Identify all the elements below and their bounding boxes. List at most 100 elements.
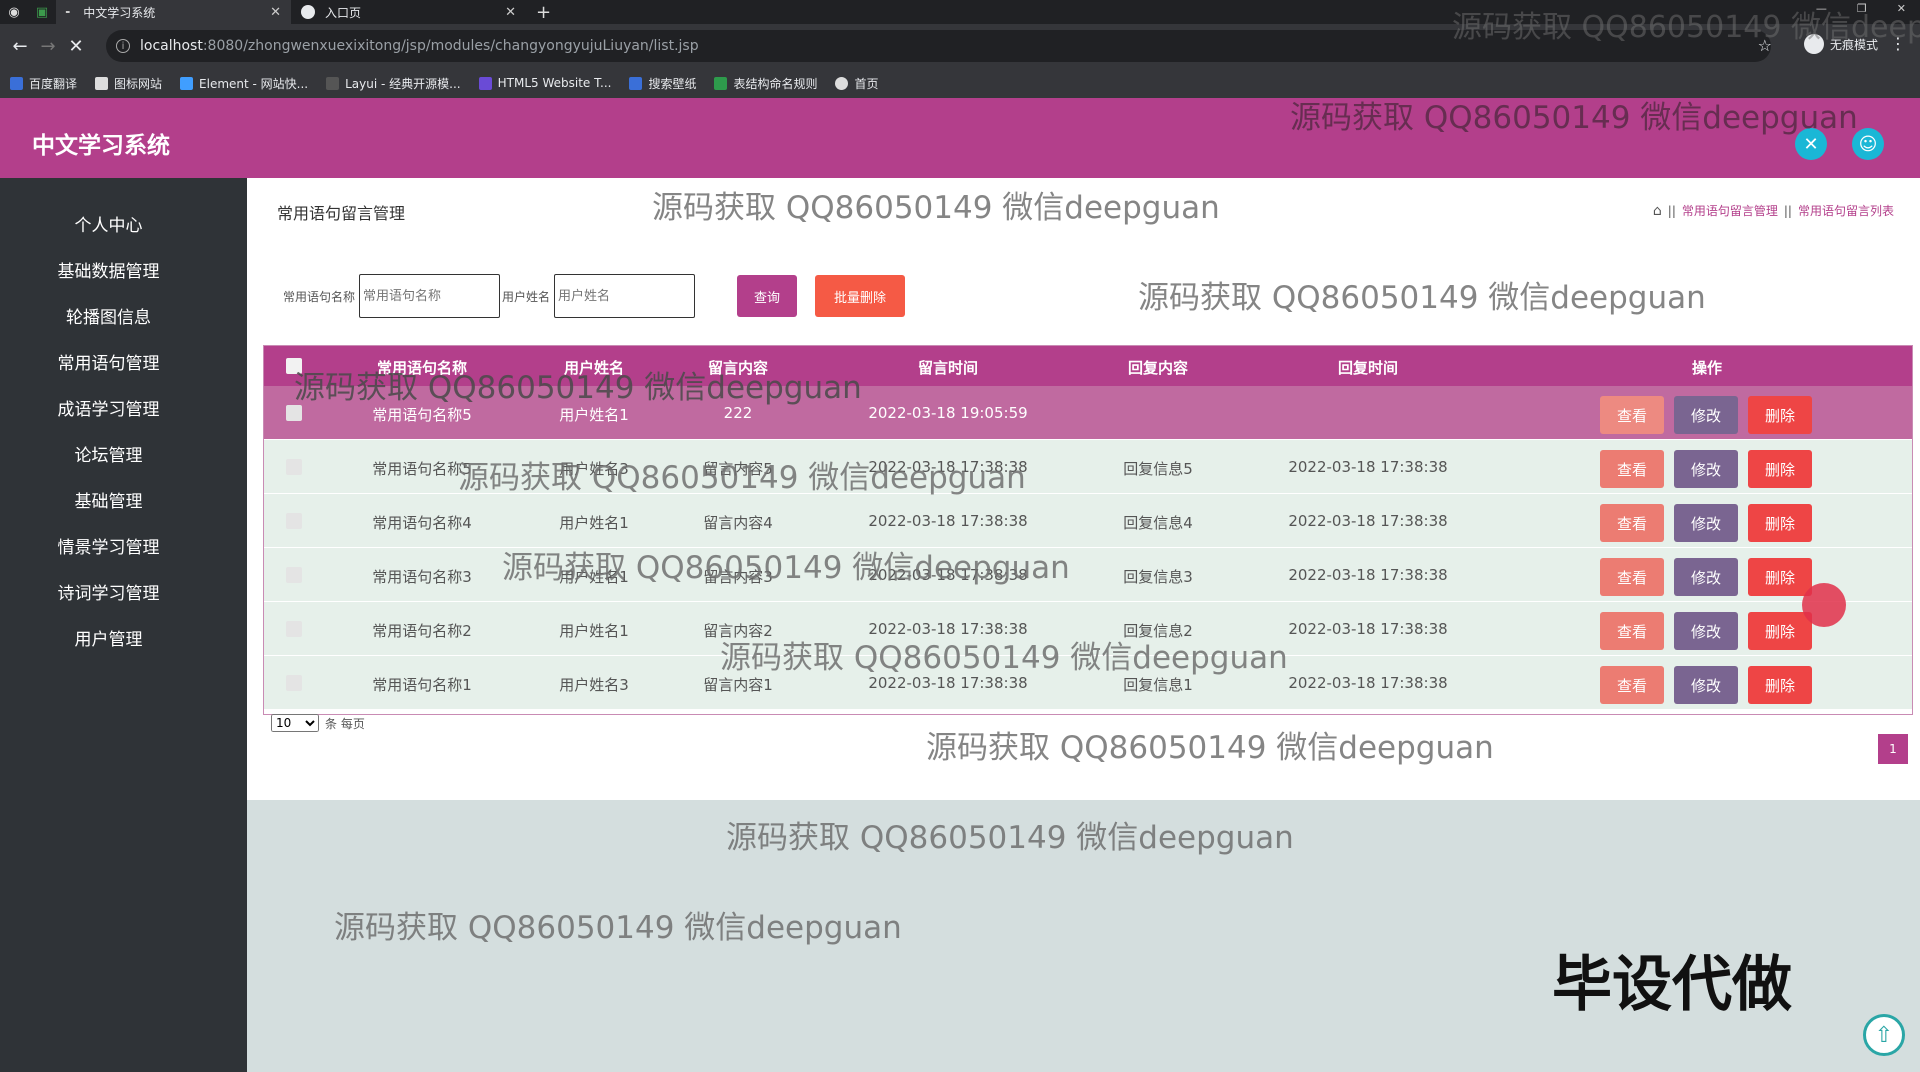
browser-tab-bar: ◉ ▣ ╸ 中文学习系统 ✕ 入口页 ✕ + — ❐ ✕ xyxy=(0,0,1920,24)
minimize-icon[interactable]: — xyxy=(1816,2,1827,15)
search-form: 常用语句名称 用户姓名 查询 批量删除 xyxy=(283,274,906,318)
edit-button[interactable]: 修改 xyxy=(1674,612,1738,650)
delete-button[interactable]: 删除 xyxy=(1748,504,1812,542)
table-row[interactable]: 常用语句名称5 用户姓名3 留言内容5 2022-03-18 17:38:38 … xyxy=(264,440,1912,494)
edit-button[interactable]: 修改 xyxy=(1674,504,1738,542)
cell-content: 留言内容2 xyxy=(703,622,773,640)
select-all-checkbox[interactable] xyxy=(286,358,302,374)
view-button[interactable]: 查看 xyxy=(1600,504,1664,542)
new-tab-button[interactable]: + xyxy=(536,2,551,23)
cell-phrase-name: 常用语句名称5 xyxy=(372,406,472,424)
home-icon[interactable]: ⌂ xyxy=(1653,203,1662,219)
view-button[interactable]: 查看 xyxy=(1600,450,1664,488)
table-row[interactable]: 常用语句名称1 用户姓名3 留言内容1 2022-03-18 17:38:38 … xyxy=(264,656,1912,710)
sidebar-item-idioms[interactable]: 成语学习管理 xyxy=(0,395,217,420)
header-message-time: 留言时间 xyxy=(917,359,979,377)
cell-time: 2022-03-18 17:38:38 xyxy=(868,458,1028,476)
bookmark-item[interactable]: 百度翻译 xyxy=(10,75,77,92)
delete-button[interactable]: 删除 xyxy=(1748,450,1812,488)
sidebar-item-scenario[interactable]: 情景学习管理 xyxy=(0,533,217,558)
cell-user-name: 用户姓名1 xyxy=(559,406,629,424)
user-name-input[interactable] xyxy=(554,274,696,318)
row-checkbox[interactable] xyxy=(286,567,302,583)
view-button[interactable]: 查看 xyxy=(1600,666,1664,704)
edit-button[interactable]: 修改 xyxy=(1674,558,1738,596)
sidebar-item-basic-data[interactable]: 基础数据管理 xyxy=(0,257,217,282)
delete-button[interactable]: 删除 xyxy=(1748,558,1812,596)
sidebar: 个人中心 基础数据管理 轮播图信息 常用语句管理 成语学习管理 论坛管理 基础管… xyxy=(0,178,247,1072)
sidebar-item-users[interactable]: 用户管理 xyxy=(0,625,217,650)
phrase-name-input[interactable] xyxy=(359,274,501,318)
batch-delete-button[interactable]: 批量删除 xyxy=(815,275,906,317)
sidebar-item-carousel[interactable]: 轮播图信息 xyxy=(0,303,217,328)
restore-icon[interactable]: ❐ xyxy=(1857,2,1867,15)
bookmark-item[interactable]: 首页 xyxy=(835,75,879,92)
bookmark-item[interactable]: 图标网站 xyxy=(95,75,162,92)
app-header: 中文学习系统 ✕ ☺ xyxy=(0,98,1920,178)
breadcrumb-separator: || xyxy=(1667,203,1676,218)
edit-button[interactable]: 修改 xyxy=(1674,396,1738,434)
row-checkbox[interactable] xyxy=(286,621,302,637)
tab-inactive[interactable]: 入口页 ✕ xyxy=(291,0,526,24)
browser-menu-icon[interactable]: ⋮ xyxy=(1890,34,1906,53)
view-button[interactable]: 查看 xyxy=(1600,612,1664,650)
table-row[interactable]: 常用语句名称2 用户姓名1 留言内容2 2022-03-18 17:38:38 … xyxy=(264,602,1912,656)
breadcrumb-item: 常用语句留言列表 xyxy=(1797,204,1894,218)
back-to-top-icon[interactable]: ⇧ xyxy=(1863,1014,1905,1056)
cell-time: 2022-03-18 17:38:38 xyxy=(868,512,1028,530)
cell-content: 留言内容3 xyxy=(703,568,773,586)
tab-active[interactable]: ╸ 中文学习系统 ✕ xyxy=(56,0,291,24)
edit-button[interactable]: 修改 xyxy=(1674,666,1738,704)
app-title: 中文学习系统 xyxy=(32,133,170,159)
query-button[interactable]: 查询 xyxy=(737,275,798,317)
bookmark-label: HTML5 Website T... xyxy=(497,76,612,90)
cell-reply-time: 2022-03-18 17:38:38 xyxy=(1288,566,1448,584)
page-number-button[interactable]: 1 xyxy=(1878,734,1908,764)
stop-icon[interactable]: ✕ xyxy=(62,36,90,57)
bookmark-item[interactable]: Element - 网站快... xyxy=(180,75,308,92)
bookmark-star-icon[interactable]: ☆ xyxy=(1758,36,1772,55)
cell-content: 222 xyxy=(723,404,753,422)
bookmark-item[interactable]: Layui - 经典开源模... xyxy=(326,75,461,92)
tab-close-icon[interactable]: ✕ xyxy=(505,5,516,20)
bookmark-item[interactable]: 搜索壁纸 xyxy=(629,75,696,92)
info-icon[interactable]: i xyxy=(116,39,130,53)
table-row[interactable]: 常用语句名称3 用户姓名1 留言内容3 2022-03-18 17:38:38 … xyxy=(264,548,1912,602)
forward-icon[interactable]: → xyxy=(34,36,62,57)
delete-button[interactable]: 删除 xyxy=(1748,396,1812,434)
tab-group-icon[interactable]: ▣ xyxy=(28,0,56,24)
sidebar-item-phrases[interactable]: 常用语句管理 xyxy=(0,349,217,374)
cell-user-name: 用户姓名3 xyxy=(559,676,629,694)
sidebar-item-basic[interactable]: 基础管理 xyxy=(0,487,217,512)
sidebar-item-forum[interactable]: 论坛管理 xyxy=(0,441,217,466)
bookmark-item[interactable]: 表结构命名规则 xyxy=(714,75,817,92)
cell-phrase-name: 常用语句名称2 xyxy=(372,622,472,640)
page-size-select[interactable]: 10 xyxy=(271,714,319,732)
phrase-name-label: 常用语句名称 xyxy=(283,289,356,304)
incognito-badge[interactable]: 无痕模式 xyxy=(1803,34,1878,54)
breadcrumb-item[interactable]: 常用语句留言管理 xyxy=(1682,202,1778,219)
view-button[interactable]: 查看 xyxy=(1600,558,1664,596)
bookmark-item[interactable]: HTML5 Website T... xyxy=(478,76,612,90)
user-avatar-icon[interactable]: ☺ xyxy=(1852,128,1884,160)
table-row[interactable]: 常用语句名称4 用户姓名1 留言内容4 2022-03-18 17:38:38 … xyxy=(264,494,1912,548)
back-icon[interactable]: ← xyxy=(6,36,34,57)
url-field[interactable]: i localhost :8080/zhongwenxuexixitong/js… xyxy=(106,30,1771,62)
row-checkbox[interactable] xyxy=(286,675,302,691)
fullscreen-toggle-icon[interactable]: ✕ xyxy=(1795,128,1827,160)
sidebar-item-poetry[interactable]: 诗词学习管理 xyxy=(0,579,217,604)
close-window-icon[interactable]: ✕ xyxy=(1897,2,1906,15)
row-checkbox[interactable] xyxy=(286,459,302,475)
window-controls: — ❐ ✕ xyxy=(1816,2,1906,15)
sidebar-item-profile[interactable]: 个人中心 xyxy=(0,211,217,236)
table-row[interactable]: 常用语句名称5 用户姓名1 222 2022-03-18 19:05:59 查看… xyxy=(264,386,1912,440)
delete-button[interactable]: 删除 xyxy=(1748,666,1812,704)
row-checkbox[interactable] xyxy=(286,513,302,529)
delete-button[interactable]: 删除 xyxy=(1748,612,1812,650)
edit-button[interactable]: 修改 xyxy=(1674,450,1738,488)
browser-logo-icon[interactable]: ◉ xyxy=(0,0,28,24)
tab-close-icon[interactable]: ✕ xyxy=(270,5,281,20)
view-button[interactable]: 查看 xyxy=(1600,396,1664,434)
row-checkbox[interactable] xyxy=(286,405,302,421)
incognito-label: 无痕模式 xyxy=(1829,37,1878,52)
